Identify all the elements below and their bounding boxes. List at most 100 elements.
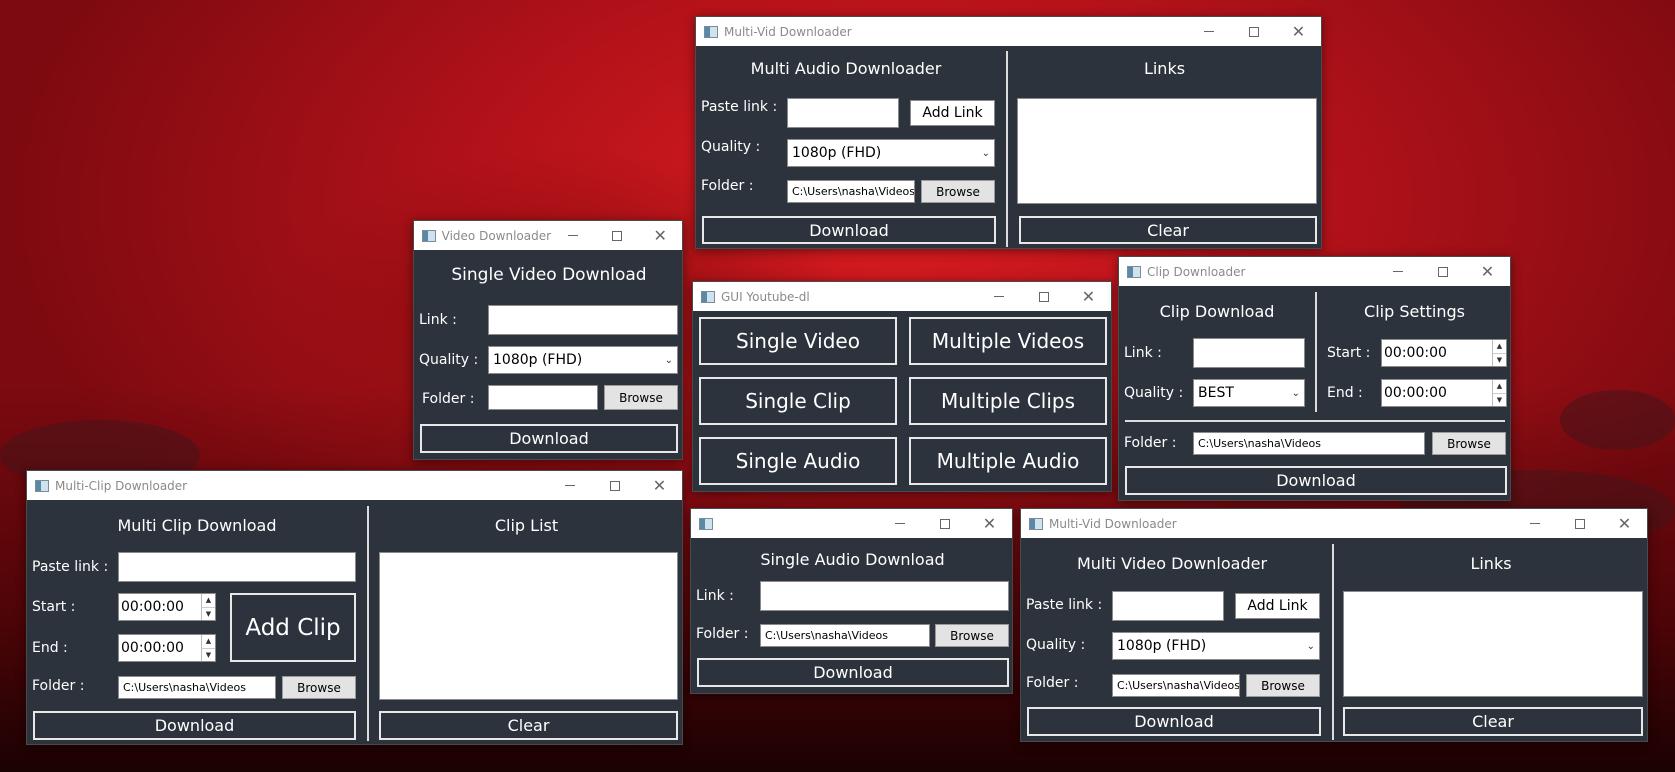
quality-value: BEST <box>1198 385 1234 401</box>
multiple-clips-button[interactable]: Multiple Clips <box>909 377 1107 425</box>
close-button[interactable]: ✕ <box>638 221 682 250</box>
maximize-button[interactable] <box>1557 509 1602 538</box>
download-button[interactable]: Download <box>33 711 356 740</box>
maximize-button[interactable] <box>1231 17 1276 46</box>
links-list[interactable] <box>1343 591 1643 697</box>
single-clip-button[interactable]: Single Clip <box>699 377 897 425</box>
download-button[interactable]: Download <box>420 424 678 453</box>
close-button[interactable]: ✕ <box>1602 509 1647 538</box>
spin-up-icon[interactable]: ▲ <box>202 594 215 607</box>
link-input[interactable] <box>488 305 678 335</box>
multiple-audio-button[interactable]: Multiple Audio <box>909 437 1107 485</box>
close-button[interactable]: ✕ <box>967 509 1012 538</box>
quality-select[interactable]: 1080p (FHD) ⌄ <box>488 346 678 374</box>
minimize-icon <box>894 523 905 524</box>
app-icon <box>35 479 49 492</box>
paste-link-label: Paste link : <box>32 559 109 575</box>
section-heading: Single Video Download <box>451 265 647 285</box>
minimize-button[interactable] <box>877 509 922 538</box>
close-icon: ✕ <box>1617 513 1632 533</box>
folder-input[interactable]: C:\Users\nasha\Videos <box>118 676 276 699</box>
maximize-icon <box>1574 518 1585 529</box>
minimize-button[interactable] <box>1375 257 1420 286</box>
clear-button[interactable]: Clear <box>1019 216 1317 244</box>
app-icon <box>701 290 715 303</box>
app-icon <box>422 229 436 242</box>
quality-value: 1080p (FHD) <box>493 352 583 368</box>
links-list[interactable] <box>1017 98 1317 204</box>
browse-button[interactable]: Browse <box>935 624 1009 647</box>
end-label: End : <box>1327 385 1363 401</box>
minimize-button[interactable] <box>547 471 592 500</box>
end-time-spinbox[interactable]: 00:00:00 ▲ ▼ <box>1381 379 1507 407</box>
clear-button[interactable]: Clear <box>1343 707 1643 736</box>
link-input[interactable] <box>760 581 1009 611</box>
quality-select[interactable]: 1080p (FHD) ⌄ <box>787 139 995 167</box>
maximize-button[interactable] <box>1420 257 1465 286</box>
folder-input[interactable]: C:\Users\nasha\Videos <box>760 624 930 647</box>
browse-button[interactable]: Browse <box>921 180 995 203</box>
maximize-button[interactable] <box>595 221 639 250</box>
spin-down-icon[interactable]: ▼ <box>1493 352 1506 367</box>
clip-list[interactable] <box>379 552 678 700</box>
close-button[interactable]: ✕ <box>1276 17 1321 46</box>
minimize-icon <box>567 235 578 236</box>
horizontal-divider <box>1125 420 1505 422</box>
download-button[interactable]: Download <box>702 216 996 244</box>
paste-link-input[interactable] <box>1112 591 1224 621</box>
folder-input[interactable]: C:\Users\nasha\Videos <box>787 180 915 203</box>
app-icon <box>1029 517 1043 530</box>
download-button[interactable]: Download <box>697 658 1009 687</box>
minimize-button[interactable] <box>551 221 595 250</box>
spin-up-icon[interactable]: ▲ <box>1493 340 1506 353</box>
multi-clip-downloader-window: Multi-Clip Downloader ✕ Multi Clip Downl… <box>26 470 683 745</box>
end-time-spinbox[interactable]: 00:00:00 ▲ ▼ <box>118 634 216 662</box>
add-link-button[interactable]: Add Link <box>1235 593 1320 619</box>
maximize-button[interactable] <box>1021 282 1066 311</box>
minimize-button[interactable] <box>1186 17 1231 46</box>
minimize-button[interactable] <box>976 282 1021 311</box>
spin-up-icon[interactable]: ▲ <box>202 635 215 648</box>
window-title: Multi-Clip Downloader <box>55 478 188 493</box>
section-heading: Clip Download <box>1159 302 1275 321</box>
maximize-button[interactable] <box>922 509 967 538</box>
chevron-down-icon: ⌄ <box>1306 640 1315 652</box>
link-input[interactable] <box>1193 338 1305 368</box>
start-label: Start : <box>1327 345 1371 361</box>
paste-link-input[interactable] <box>787 98 899 128</box>
start-time-spinbox[interactable]: 00:00:00 ▲ ▼ <box>1381 339 1507 367</box>
multiple-videos-button[interactable]: Multiple Videos <box>909 317 1107 365</box>
close-button[interactable]: ✕ <box>637 471 682 500</box>
quality-label: Quality : <box>1026 637 1086 653</box>
window-title: Multi-Vid Downloader <box>724 24 852 39</box>
minimize-button[interactable] <box>1512 509 1557 538</box>
close-icon: ✕ <box>653 225 667 245</box>
download-button[interactable]: Download <box>1125 466 1507 495</box>
folder-input[interactable] <box>488 385 598 410</box>
spin-up-icon[interactable]: ▲ <box>1493 380 1506 393</box>
spin-down-icon[interactable]: ▼ <box>202 606 215 621</box>
download-button[interactable]: Download <box>1027 707 1321 736</box>
browse-button[interactable]: Browse <box>282 676 356 699</box>
clip-downloader-window: Clip Downloader ✕ Clip Download Clip Set… <box>1118 256 1511 501</box>
single-audio-button[interactable]: Single Audio <box>699 437 897 485</box>
close-button[interactable]: ✕ <box>1465 257 1510 286</box>
maximize-button[interactable] <box>592 471 637 500</box>
close-button[interactable]: ✕ <box>1066 282 1111 311</box>
spin-down-icon[interactable]: ▼ <box>1493 392 1506 407</box>
browse-button[interactable]: Browse <box>1246 674 1320 697</box>
add-link-button[interactable]: Add Link <box>910 100 995 126</box>
folder-input[interactable]: C:\Users\nasha\Videos <box>1112 674 1240 697</box>
browse-button[interactable]: Browse <box>604 385 678 410</box>
titlebar: ✕ <box>691 509 1012 538</box>
single-video-button[interactable]: Single Video <box>699 317 897 365</box>
paste-link-input[interactable] <box>118 552 356 582</box>
quality-select[interactable]: 1080p (FHD) ⌄ <box>1112 632 1320 660</box>
start-time-spinbox[interactable]: 00:00:00 ▲ ▼ <box>118 593 216 621</box>
folder-input[interactable]: C:\Users\nasha\Videos <box>1193 432 1425 455</box>
clear-button[interactable]: Clear <box>379 711 678 740</box>
spin-down-icon[interactable]: ▼ <box>202 647 215 662</box>
browse-button[interactable]: Browse <box>1432 432 1506 455</box>
quality-select[interactable]: BEST ⌄ <box>1193 379 1305 407</box>
add-clip-button[interactable]: Add Clip <box>230 593 356 662</box>
